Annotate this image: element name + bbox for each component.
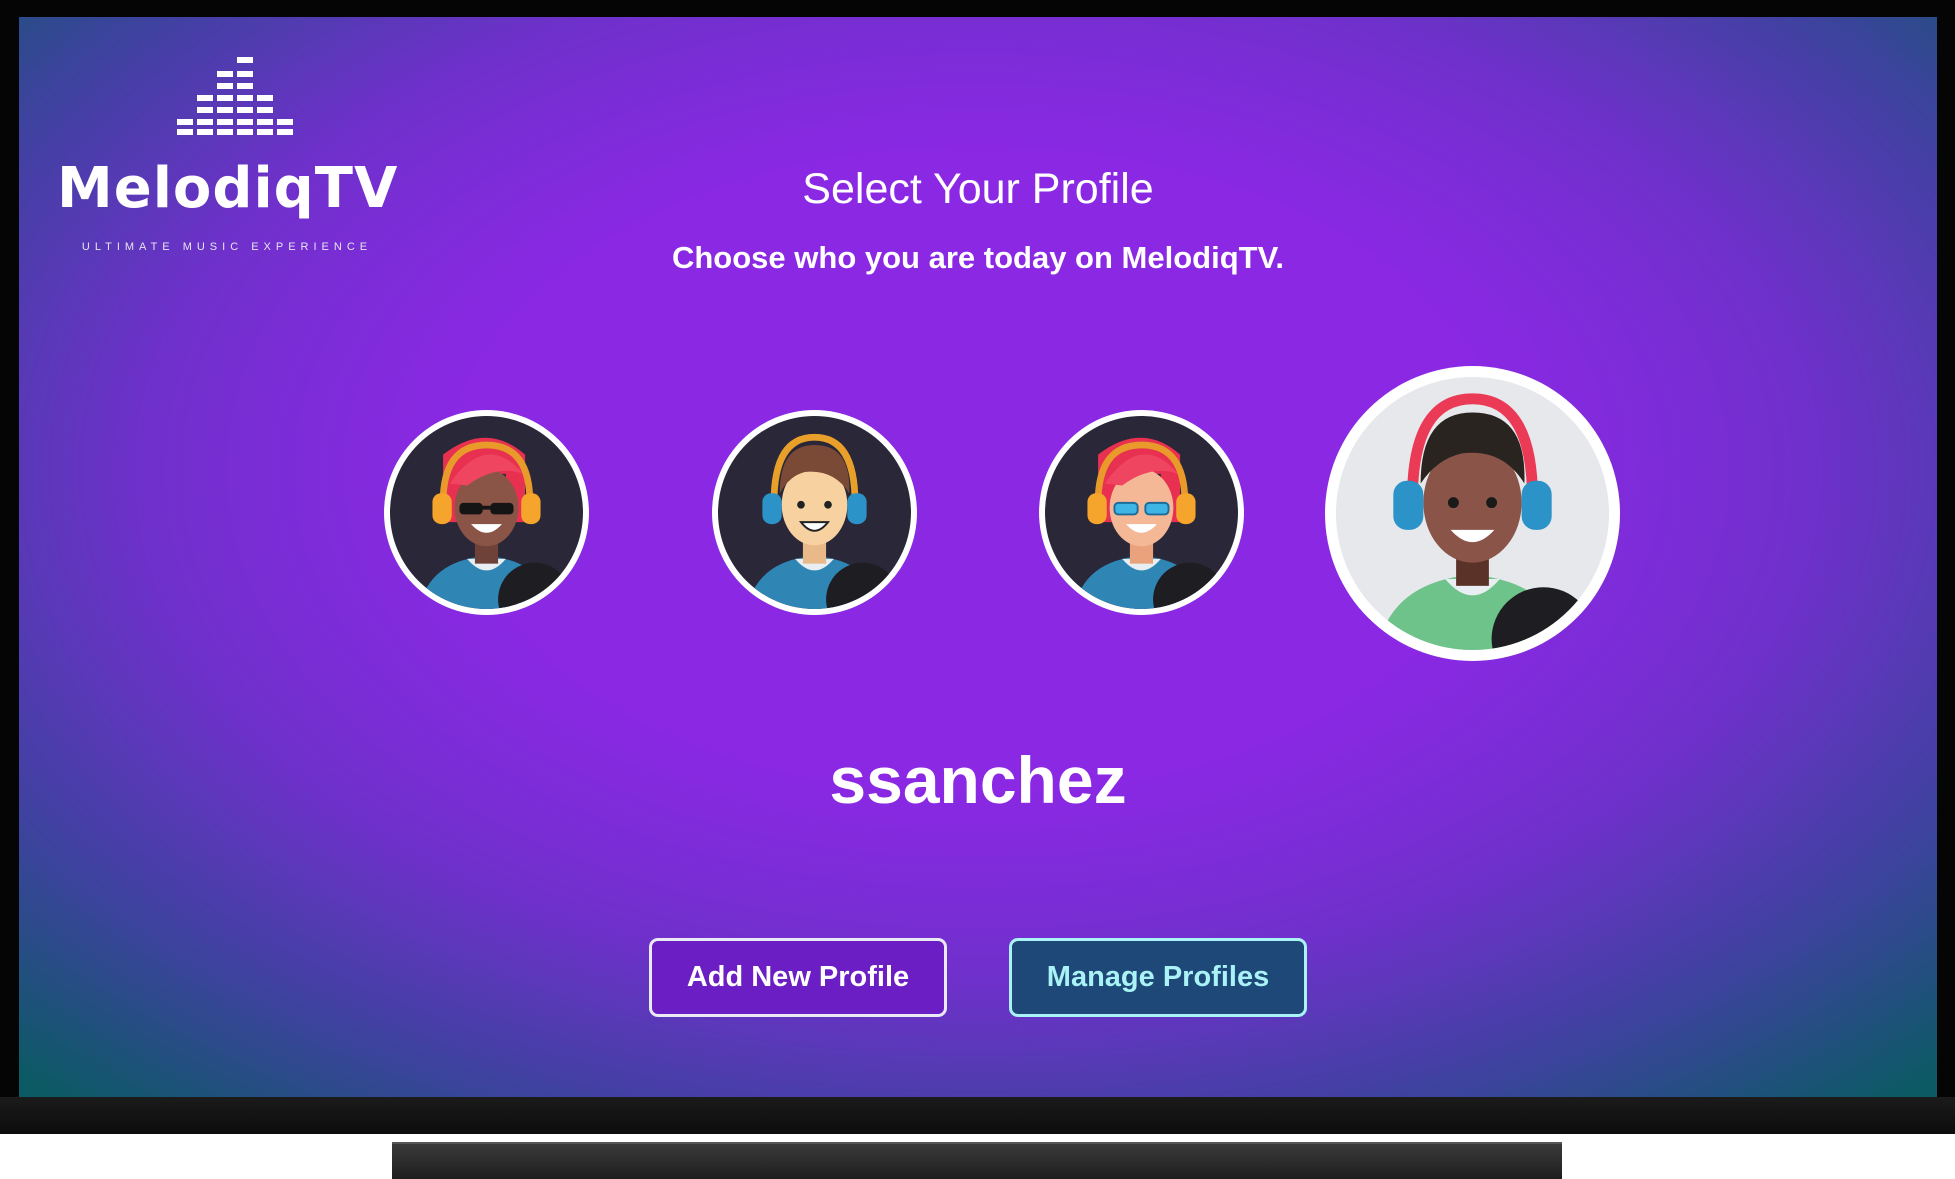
woman-blue-glasses-avatar-icon	[1045, 416, 1238, 609]
equalizer-icon	[177, 57, 293, 135]
manage-profiles-button[interactable]: Manage Profiles	[1009, 938, 1307, 1017]
tv-screen: MelodiqTV ULTIMATE MUSIC EXPERIENCE Sele…	[19, 17, 1937, 1097]
selected-profile-name: ssanchez	[829, 743, 1127, 817]
man-blue-headphones-avatar-icon	[718, 416, 911, 609]
app-logo: MelodiqTV ULTIMATE MUSIC EXPERIENCE	[57, 53, 397, 253]
profile-avatar-2[interactable]	[712, 410, 917, 615]
tv-stand	[392, 1142, 1562, 1179]
profile-avatar-1[interactable]	[384, 410, 589, 615]
page-title: Select Your Profile	[802, 165, 1154, 213]
add-new-profile-button[interactable]: Add New Profile	[649, 938, 947, 1017]
tv-bezel-bottom	[0, 1097, 1955, 1134]
man-red-headphones-avatar-icon	[1336, 377, 1609, 650]
profile-avatar-3[interactable]	[1039, 410, 1244, 615]
page-subtitle: Choose who you are today on MelodiqTV.	[671, 240, 1285, 275]
woman-sunglasses-avatar-icon	[390, 416, 583, 609]
profile-avatar-4-selected[interactable]	[1325, 366, 1620, 661]
